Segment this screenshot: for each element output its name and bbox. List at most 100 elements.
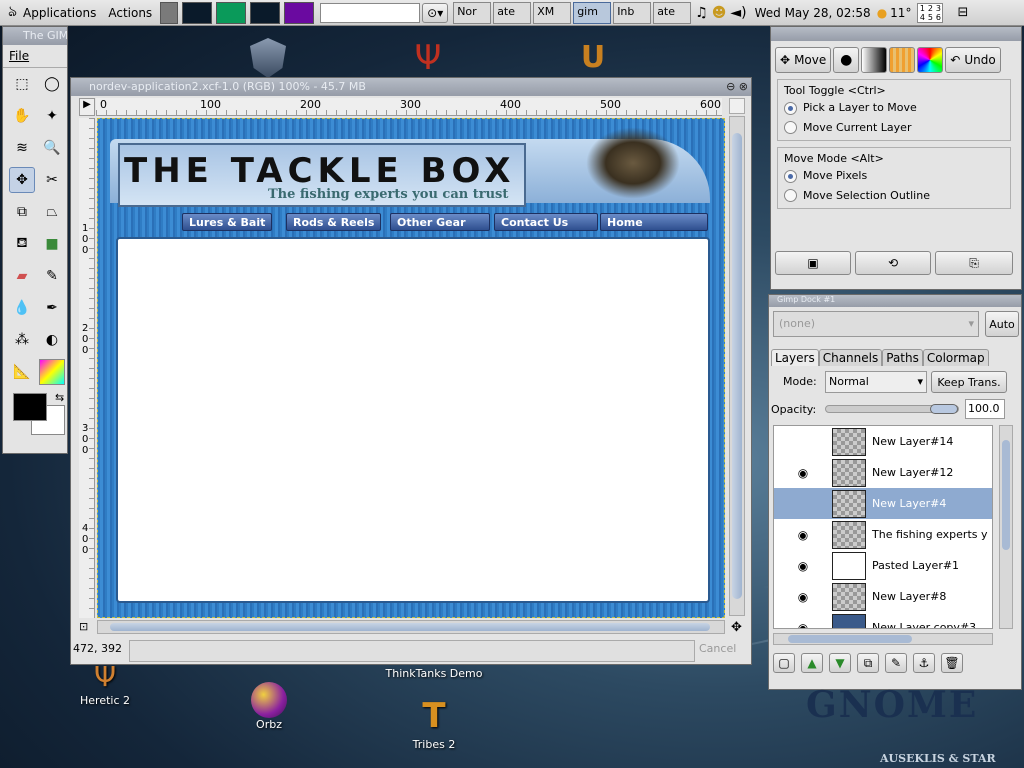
unreal-desktop-icon[interactable]: U [575, 38, 611, 78]
command-history-button[interactable]: ⊙▾ [422, 2, 449, 23]
brush-icon[interactable]: ● [833, 47, 860, 73]
eye-icon[interactable]: ◉ [774, 621, 832, 629]
nav-home[interactable]: Home [600, 213, 708, 231]
layer-row[interactable]: ◉ The fishing experts y [774, 519, 992, 550]
mode-dropdown[interactable]: Normal ▾ [825, 371, 927, 393]
eraser-icon[interactable]: ▰ [9, 263, 35, 289]
eye-icon[interactable]: ◉ [774, 559, 832, 573]
duplicate-layer-icon[interactable]: ⧉ [857, 653, 879, 673]
layer-row[interactable]: ◉ Pasted Layer#1 [774, 550, 992, 581]
music-icon[interactable]: ♫ [695, 5, 708, 21]
workspace-switcher[interactable]: 123 456 [917, 2, 944, 23]
eye-icon[interactable]: ◉ [774, 528, 832, 542]
new-layer-icon[interactable]: ▢ [773, 653, 795, 673]
actions-menu[interactable]: Actions [102, 6, 158, 20]
task-button-active[interactable]: gim [573, 1, 612, 24]
toolbox-titlebar[interactable]: The GIMP [3, 27, 67, 45]
radio-move-current[interactable]: Move Current Layer [784, 121, 1004, 134]
applications-menu[interactable]: Applications [17, 6, 102, 20]
tool-options-titlebar[interactable] [771, 27, 1021, 41]
blur-icon[interactable]: 💧 [9, 295, 35, 321]
fuzzy-select-icon[interactable]: ✦ [39, 103, 65, 129]
lower-layer-icon[interactable]: ▼ [829, 653, 851, 673]
heretic-desktop-icon[interactable]: Ψ Heretic 2 [76, 660, 134, 707]
task-button[interactable]: ate [493, 1, 532, 24]
eye-icon[interactable]: ◉ [774, 466, 832, 480]
magnify-icon[interactable]: 🔍 [39, 135, 65, 161]
computer-icon[interactable] [160, 1, 179, 24]
horizontal-scroll-thumb[interactable] [110, 623, 710, 631]
perspective-icon[interactable]: ⏢ [39, 199, 65, 225]
layers-hscroll-thumb[interactable] [788, 635, 912, 643]
task-button[interactable]: Inb [613, 1, 652, 24]
reset-options-icon[interactable]: ⎘ [935, 251, 1013, 275]
airbrush-icon[interactable]: ✎ [39, 263, 65, 289]
anchor-icon[interactable]: ⚓ [913, 653, 935, 673]
clone-icon[interactable]: ⁂ [9, 327, 35, 353]
palette-icon[interactable] [917, 47, 944, 73]
undo-button[interactable]: ↶ Undo [945, 47, 1001, 73]
tab-paths[interactable]: Paths [882, 349, 923, 366]
quake-desktop-icon[interactable]: Ψ [410, 38, 446, 78]
file-menu[interactable]: File [9, 49, 29, 63]
menu-arrow-icon[interactable]: ▶ [79, 98, 95, 116]
tab-colormap[interactable]: Colormap [922, 349, 989, 366]
layers-hscroll[interactable] [773, 633, 993, 645]
image-select-dropdown[interactable]: (none) ▾ [773, 311, 979, 337]
cancel-button[interactable]: Cancel [699, 642, 736, 655]
image-titlebar[interactable]: nordev-application2.xcf-1.0 (RGB) 100% -… [71, 78, 751, 96]
save-options-icon[interactable]: ▣ [775, 251, 851, 275]
layers-vscroll-thumb[interactable] [1002, 440, 1010, 550]
zoom-toggle-icon[interactable] [729, 98, 745, 114]
layer-row[interactable]: New Layer#14 [774, 426, 992, 457]
edit-layer-icon[interactable]: ✎ [885, 653, 907, 673]
measure-icon[interactable]: 📐 [9, 359, 35, 385]
crop-icon[interactable]: ✂ [39, 167, 65, 193]
bezier-icon[interactable]: ≋ [9, 135, 35, 161]
dodge-icon[interactable]: ◐ [39, 327, 65, 353]
radio-move-selection[interactable]: Move Selection Outline [784, 189, 1004, 202]
tab-layers[interactable]: Layers [771, 349, 819, 366]
eye-icon[interactable]: ◉ [774, 590, 832, 604]
nav-other-gear[interactable]: Other Gear [390, 213, 490, 231]
layer-row[interactable]: ◉ New Layer#12 [774, 457, 992, 488]
task-button[interactable]: Nor [453, 1, 492, 24]
task-button[interactable]: ate [653, 1, 692, 24]
thinktanks-desktop-icon[interactable]: ThinkTanks Demo [378, 667, 490, 680]
gradient-swatch-icon[interactable] [861, 47, 888, 73]
person-icon[interactable]: ☻ [712, 5, 727, 21]
opacity-input[interactable]: 100.0 [965, 399, 1005, 419]
gradient-icon[interactable]: ■ [39, 231, 65, 257]
vertical-scrollbar[interactable] [729, 116, 745, 616]
foreground-color-swatch[interactable] [13, 393, 47, 421]
orbz-desktop-icon[interactable]: Orbz [240, 682, 298, 731]
layers-dock-titlebar[interactable]: Gimp Dock #1 [769, 295, 1021, 307]
layers-vscroll[interactable] [999, 425, 1013, 629]
layer-row[interactable]: ◉ New Layer copy#3 [774, 612, 992, 629]
rect-select-icon[interactable]: ⬚ [9, 71, 35, 97]
close-panel-icon[interactable]: ⊟ [957, 5, 968, 20]
move-tool-icon[interactable]: ✥ [9, 167, 35, 193]
command-input[interactable] [320, 2, 421, 23]
raise-layer-icon[interactable]: ▲ [801, 653, 823, 673]
quickmask-icon[interactable]: ⊡ [79, 620, 95, 636]
transform-icon[interactable]: ⧉ [9, 199, 35, 225]
tab-channels[interactable]: Channels [818, 349, 883, 366]
tribes-desktop-icon[interactable]: T Tribes 2 [404, 694, 464, 751]
task-button[interactable]: XM [533, 1, 572, 24]
color-picker-icon[interactable] [39, 359, 65, 385]
nav-lures-bait[interactable]: Lures & Bait [182, 213, 273, 231]
nav-contact-us[interactable]: Contact Us [494, 213, 598, 231]
nav-rods-reels[interactable]: Rods & Reels [286, 213, 382, 231]
layer-row-selected[interactable]: New Layer#4 [774, 488, 992, 519]
auto-button[interactable]: Auto [985, 311, 1019, 337]
layer-row[interactable]: ◉ New Layer#8 [774, 581, 992, 612]
volume-icon[interactable]: ◄) [730, 5, 746, 21]
canvas[interactable]: THE TACKLE BOX The fishing experts you c… [97, 118, 725, 618]
navigate-icon[interactable]: ✥ [731, 620, 742, 635]
bucket-fill-icon[interactable]: ⛾ [9, 231, 35, 257]
free-select-icon[interactable]: ✋ [9, 103, 35, 129]
clock[interactable]: Wed May 28, 02:58 [755, 6, 871, 20]
swap-colors-icon[interactable]: ⇆ [55, 391, 64, 404]
window-buttons[interactable]: ⊖ ⊗ [726, 80, 748, 93]
